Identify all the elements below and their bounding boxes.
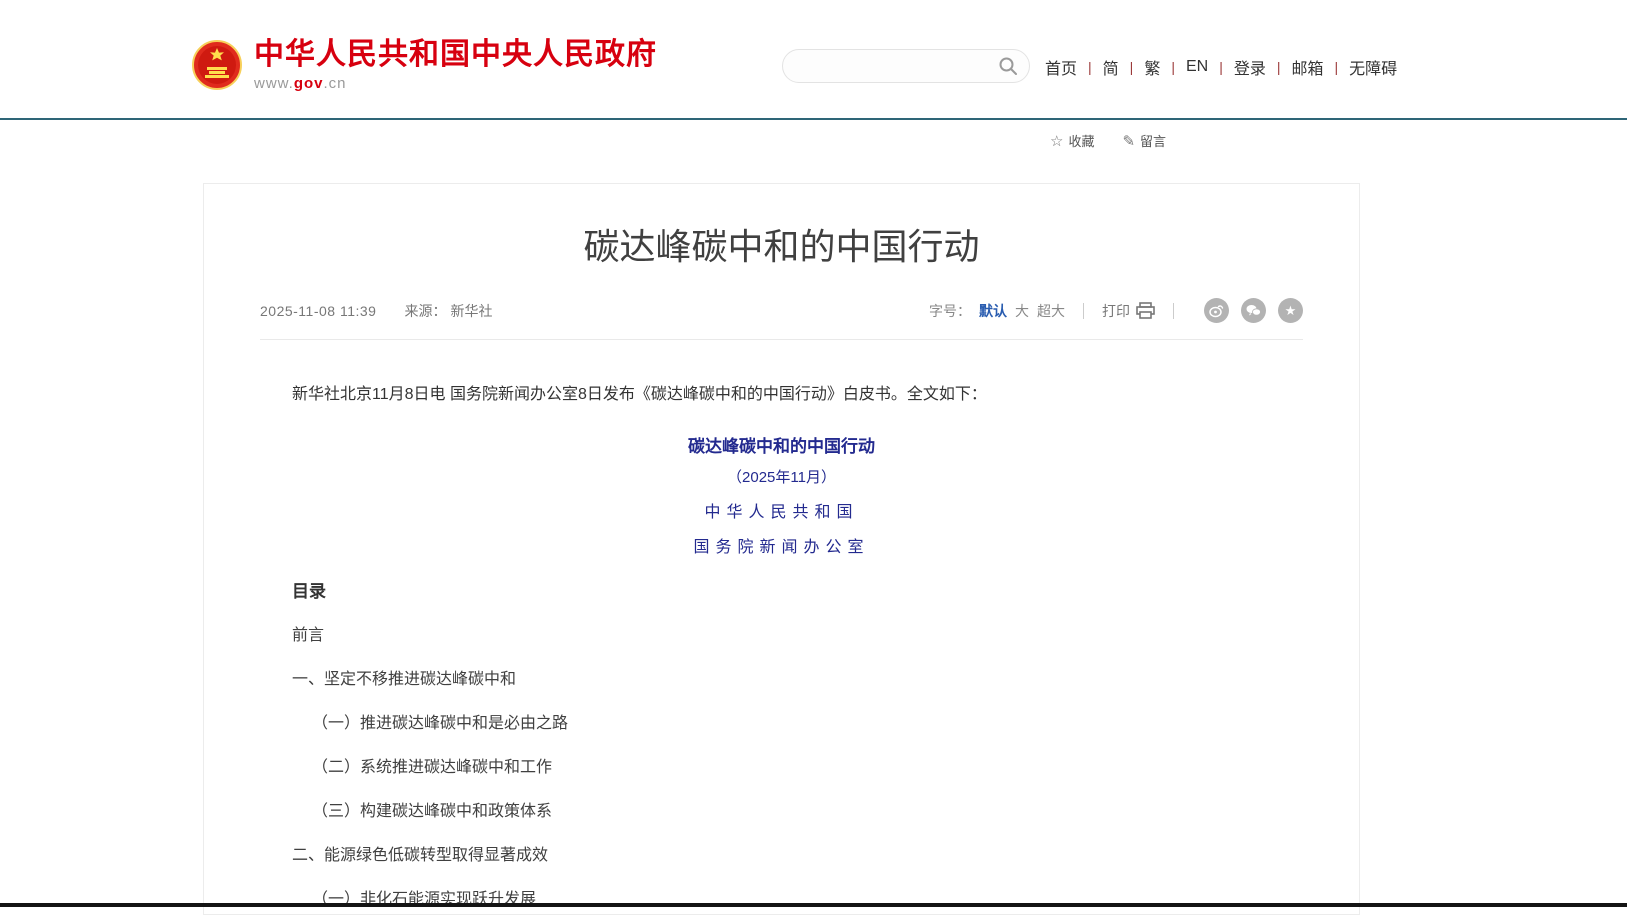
message-button[interactable]: ✎ 留言 <box>1122 131 1166 150</box>
national-emblem-icon <box>192 40 242 90</box>
nav-separator: | <box>1335 59 1339 75</box>
star-outline-icon: ☆ <box>1050 132 1063 150</box>
article-meta-row: 2025-11-08 11:39 来源： 新华社 字号： 默认 大 超大 打印 <box>260 298 1303 323</box>
search-box <box>782 49 1030 83</box>
site-text: 中华人民共和国中央人民政府 www.gov.cn <box>254 38 657 92</box>
top-nav: 首页 | 简 | 繁 | EN | 登录 | 邮箱 | 无障碍 <box>1045 55 1397 79</box>
site-logo-area[interactable]: 中华人民共和国中央人民政府 www.gov.cn <box>192 38 657 92</box>
nav-login[interactable]: 登录 <box>1234 55 1266 79</box>
meta-right: 字号： 默认 大 超大 打印 <box>929 298 1303 323</box>
site-url: www.gov.cn <box>254 75 657 92</box>
article-lead-paragraph: 新华社北京11月8日电 国务院新闻办公室8日发布《碳达峰碳中和的中国行动》白皮书… <box>260 384 1303 406</box>
url-www: www. <box>254 75 294 92</box>
source-value[interactable]: 新华社 <box>450 301 492 321</box>
favorite-label: 收藏 <box>1068 131 1094 150</box>
toc-item-section1-2: （二）系统推进碳达峰碳中和工作 <box>260 757 1303 779</box>
toc-item-section1: 一、坚定不移推进碳达峰碳中和 <box>260 669 1303 691</box>
url-cn: .cn <box>324 75 347 92</box>
article-card: 碳达峰碳中和的中国行动 2025-11-08 11:39 来源： 新华社 字号：… <box>203 183 1360 915</box>
nav-english[interactable]: EN <box>1186 58 1208 76</box>
wechat-icon <box>1246 304 1261 317</box>
printer-icon <box>1136 302 1155 319</box>
fontsize-label: 字号： <box>929 301 971 321</box>
pencil-icon: ✎ <box>1122 132 1135 150</box>
document-org-line1: 中华人民共和国 <box>260 498 1303 522</box>
print-label: 打印 <box>1102 301 1130 321</box>
nav-mail[interactable]: 邮箱 <box>1292 55 1324 79</box>
print-button[interactable]: 打印 <box>1102 301 1155 321</box>
source-label: 来源： <box>404 301 446 321</box>
vertical-divider <box>1083 303 1084 319</box>
fontsize-default-button[interactable]: 默认 <box>979 301 1007 321</box>
nav-traditional[interactable]: 繁 <box>1144 55 1160 79</box>
publish-date: 2025-11-08 11:39 <box>260 303 376 319</box>
nav-accessibility[interactable]: 无障碍 <box>1349 55 1397 79</box>
share-group: ★ <box>1192 298 1303 323</box>
favorite-button[interactable]: ☆ 收藏 <box>1050 131 1094 150</box>
toc-item-section2: 二、能源绿色低碳转型取得显著成效 <box>260 845 1303 867</box>
gov-cn-article-page: 中华人民共和国中央人民政府 www.gov.cn 首页 | 简 | 繁 | EN… <box>0 0 1627 915</box>
page-actions: ☆ 收藏 ✎ 留言 <box>1050 131 1194 150</box>
nav-separator: | <box>1277 59 1281 75</box>
toc-item-preface: 前言 <box>260 625 1303 647</box>
toc-heading: 目录 <box>260 581 1303 603</box>
url-gov: gov <box>294 75 324 92</box>
weibo-icon <box>1209 303 1224 318</box>
fontsize-large-button[interactable]: 大 <box>1015 301 1029 321</box>
site-header: 中华人民共和国中央人民政府 www.gov.cn 首页 | 简 | 繁 | EN… <box>0 0 1627 118</box>
document-title: 碳达峰碳中和的中国行动 <box>260 432 1303 457</box>
search-input[interactable] <box>799 58 997 74</box>
meta-divider <box>260 339 1303 340</box>
vertical-divider <box>1173 303 1174 319</box>
toc-item-section1-3: （三）构建碳达峰碳中和政策体系 <box>260 801 1303 823</box>
meta-left: 2025-11-08 11:39 来源： 新华社 <box>260 301 492 321</box>
article-title: 碳达峰碳中和的中国行动 <box>260 222 1303 272</box>
toc-item-section2-1: （一）非化石能源实现跃升发展 <box>260 889 1303 911</box>
bottom-edge-line <box>0 903 1627 907</box>
star-icon: ★ <box>1285 303 1297 319</box>
share-wechat-button[interactable] <box>1241 298 1266 323</box>
document-heading-block: 碳达峰碳中和的中国行动 （2025年11月） 中华人民共和国 国务院新闻办公室 <box>260 432 1303 557</box>
header-divider <box>0 118 1627 120</box>
toc-item-section1-1: （一）推进碳达峰碳中和是必由之路 <box>260 713 1303 735</box>
nav-separator: | <box>1088 59 1092 75</box>
document-date: （2025年11月） <box>260 466 1303 487</box>
search-button[interactable] <box>997 55 1019 77</box>
nav-separator: | <box>1219 59 1223 75</box>
message-label: 留言 <box>1140 131 1166 150</box>
share-qzone-button[interactable]: ★ <box>1278 298 1303 323</box>
nav-separator: | <box>1130 59 1134 75</box>
nav-separator: | <box>1171 59 1175 75</box>
document-org-line2: 国务院新闻办公室 <box>260 533 1303 557</box>
search-icon <box>998 56 1018 76</box>
fontsize-xlarge-button[interactable]: 超大 <box>1037 301 1065 321</box>
nav-simplified[interactable]: 简 <box>1103 55 1119 79</box>
share-weibo-button[interactable] <box>1204 298 1229 323</box>
nav-home[interactable]: 首页 <box>1045 55 1077 79</box>
site-title: 中华人民共和国中央人民政府 <box>254 38 657 72</box>
